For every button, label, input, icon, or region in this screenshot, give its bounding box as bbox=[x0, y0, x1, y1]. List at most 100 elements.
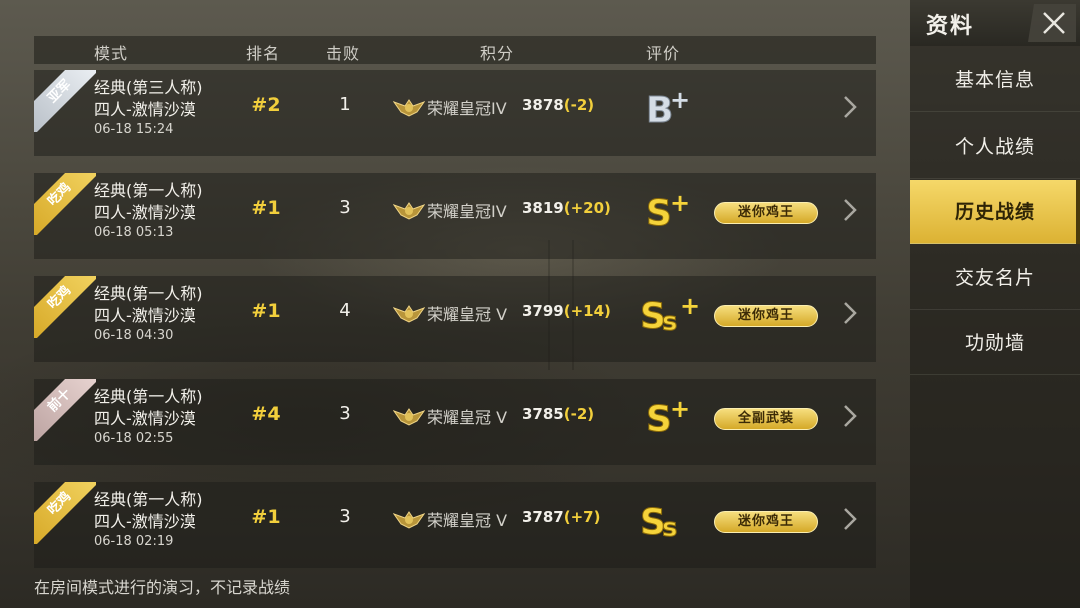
crown-wings-icon bbox=[392, 199, 426, 223]
tier-name: 荣耀皇冠 V bbox=[427, 511, 508, 530]
header-kills: 击败 bbox=[326, 44, 361, 63]
header-rank: 排名 bbox=[246, 44, 281, 63]
score-value: 3799(+14) bbox=[522, 302, 611, 320]
svg-text:+: + bbox=[680, 292, 698, 320]
rank-value: #2 bbox=[251, 94, 281, 116]
crown-wings-icon bbox=[392, 302, 426, 326]
match-time: 06-18 15:24 bbox=[94, 122, 174, 137]
placement-tag-label: 亚军 bbox=[34, 70, 96, 132]
placement-tag-label: 前十 bbox=[34, 379, 96, 441]
tier-name: 荣耀皇冠IV bbox=[427, 99, 507, 118]
achievement-badge: 全副武装 bbox=[714, 408, 818, 430]
kills-value: 1 bbox=[339, 94, 351, 115]
active-tab-indicator bbox=[1076, 180, 1080, 244]
kills-value: 3 bbox=[339, 506, 351, 527]
mode-perspective: 经典(第一人称) bbox=[94, 490, 203, 509]
score-delta: (-2) bbox=[563, 405, 595, 423]
svg-text:s: s bbox=[662, 307, 677, 336]
grade-ss: Ss bbox=[638, 496, 698, 544]
tier-name: 荣耀皇冠IV bbox=[427, 202, 507, 221]
mode-map: 四人-激情沙漠 bbox=[94, 100, 196, 119]
match-row[interactable]: 吃鸡 经典(第一人称) 四人-激情沙漠 06-18 04:30 #1 4 荣耀皇冠 V 379… bbox=[34, 276, 876, 362]
match-row[interactable]: 吃鸡 经典(第一人称) 四人-激情沙漠 06-18 02:19 #1 3 荣耀皇冠 V 378… bbox=[34, 482, 876, 568]
sidebar-item-honor-wall[interactable]: 功勋墙 bbox=[910, 311, 1080, 375]
mode-map: 四人-激情沙漠 bbox=[94, 306, 196, 325]
tier-name: 荣耀皇冠 V bbox=[427, 305, 508, 324]
header-rating: 评价 bbox=[646, 44, 681, 63]
rank-value: #1 bbox=[251, 300, 281, 322]
close-button[interactable] bbox=[1028, 4, 1076, 42]
crown-wings-icon bbox=[392, 405, 426, 429]
match-time: 06-18 04:30 bbox=[94, 328, 174, 343]
mode-perspective: 经典(第一人称) bbox=[94, 284, 203, 303]
kills-value: 3 bbox=[339, 403, 351, 424]
match-time: 06-18 02:55 bbox=[94, 431, 174, 446]
placement-tag: 亚军 bbox=[34, 70, 96, 132]
close-icon bbox=[1028, 4, 1076, 42]
mode-perspective: 经典(第一人称) bbox=[94, 387, 203, 406]
svg-text:s: s bbox=[662, 513, 677, 542]
chevron-right-icon[interactable] bbox=[840, 298, 860, 328]
match-row[interactable]: 吃鸡 经典(第一人称) 四人-激情沙漠 06-18 05:13 #1 3 荣耀皇冠IV 381… bbox=[34, 173, 876, 259]
match-history-table: 模式 排名 击败 积分 评价 亚军 经典(第三人称) 四人-激情沙漠 06-18 15… bbox=[34, 36, 876, 568]
mode-perspective: 经典(第三人称) bbox=[94, 78, 203, 97]
kills-value: 3 bbox=[339, 197, 351, 218]
grade-ss-plus: Ss + bbox=[638, 290, 701, 338]
kills-value: 4 bbox=[339, 300, 351, 321]
mode-perspective: 经典(第一人称) bbox=[94, 181, 203, 200]
match-row[interactable]: 前十 经典(第一人称) 四人-激情沙漠 06-18 02:55 #4 3 荣耀皇冠 V 378… bbox=[34, 379, 876, 465]
sidebar-header: 资料 bbox=[910, 0, 1080, 46]
score-value: 3787(+7) bbox=[522, 508, 600, 526]
score-delta: (-2) bbox=[563, 96, 595, 114]
chevron-right-icon[interactable] bbox=[840, 92, 860, 122]
score-number: 3819 bbox=[522, 199, 564, 217]
mode-map: 四人-激情沙漠 bbox=[94, 409, 196, 428]
achievement-badge: 迷你鸡王 bbox=[714, 511, 818, 533]
achievement-badge: 迷你鸡王 bbox=[714, 202, 818, 224]
score-value: 3785(-2) bbox=[522, 405, 594, 423]
score-delta: (+7) bbox=[563, 508, 601, 526]
placement-tag: 前十 bbox=[34, 379, 96, 441]
achievement-badge: 迷你鸡王 bbox=[714, 305, 818, 327]
placement-tag-label: 吃鸡 bbox=[34, 173, 96, 235]
header-score: 积分 bbox=[480, 44, 515, 63]
chevron-right-icon[interactable] bbox=[840, 504, 860, 534]
score-number: 3787 bbox=[522, 508, 564, 526]
chevron-right-icon[interactable] bbox=[840, 195, 860, 225]
score-number: 3878 bbox=[522, 96, 564, 114]
score-number: 3799 bbox=[522, 302, 564, 320]
grade-b-plus: B + bbox=[638, 84, 698, 132]
chevron-right-icon[interactable] bbox=[840, 401, 860, 431]
rank-value: #4 bbox=[251, 403, 281, 425]
score-delta: (+14) bbox=[563, 302, 611, 320]
mode-map: 四人-激情沙漠 bbox=[94, 512, 196, 531]
crown-wings-icon bbox=[392, 508, 426, 532]
sidebar-item-match-history[interactable]: 历史战绩 bbox=[910, 180, 1080, 244]
placement-tag: 吃鸡 bbox=[34, 173, 96, 235]
score-delta: (+20) bbox=[563, 199, 611, 217]
match-row[interactable]: 亚军 经典(第三人称) 四人-激情沙漠 06-18 15:24 #2 1 荣耀皇冠IV 387… bbox=[34, 70, 876, 156]
sidebar-item-basic-info[interactable]: 基本信息 bbox=[910, 48, 1080, 112]
footer-note: 在房间模式进行的演习，不记录战绩 bbox=[34, 578, 291, 597]
crown-wings-icon bbox=[392, 96, 426, 120]
match-time: 06-18 05:13 bbox=[94, 225, 174, 240]
placement-tag: 吃鸡 bbox=[34, 482, 96, 544]
score-value: 3878(-2) bbox=[522, 96, 594, 114]
grade-s-plus: S + bbox=[638, 393, 698, 441]
grade-s-plus: S + bbox=[638, 187, 698, 235]
svg-text:+: + bbox=[670, 395, 690, 423]
sidebar-item-personal-stats[interactable]: 个人战绩 bbox=[910, 115, 1080, 179]
sidebar-item-friend-card[interactable]: 交友名片 bbox=[910, 246, 1080, 310]
placement-tag: 吃鸡 bbox=[34, 276, 96, 338]
sidebar: 资料 基本信息 个人战绩 历史战绩 交友名片 功勋墙 bbox=[910, 0, 1080, 608]
placement-tag-label: 吃鸡 bbox=[34, 276, 96, 338]
sidebar-title: 资料 bbox=[926, 14, 975, 39]
tier-name: 荣耀皇冠 V bbox=[427, 408, 508, 427]
rank-value: #1 bbox=[251, 197, 281, 219]
rank-value: #1 bbox=[251, 506, 281, 528]
match-time: 06-18 02:19 bbox=[94, 534, 174, 549]
score-value: 3819(+20) bbox=[522, 199, 611, 217]
placement-tag-label: 吃鸡 bbox=[34, 482, 96, 544]
svg-text:S: S bbox=[646, 399, 672, 439]
mode-map: 四人-激情沙漠 bbox=[94, 203, 196, 222]
